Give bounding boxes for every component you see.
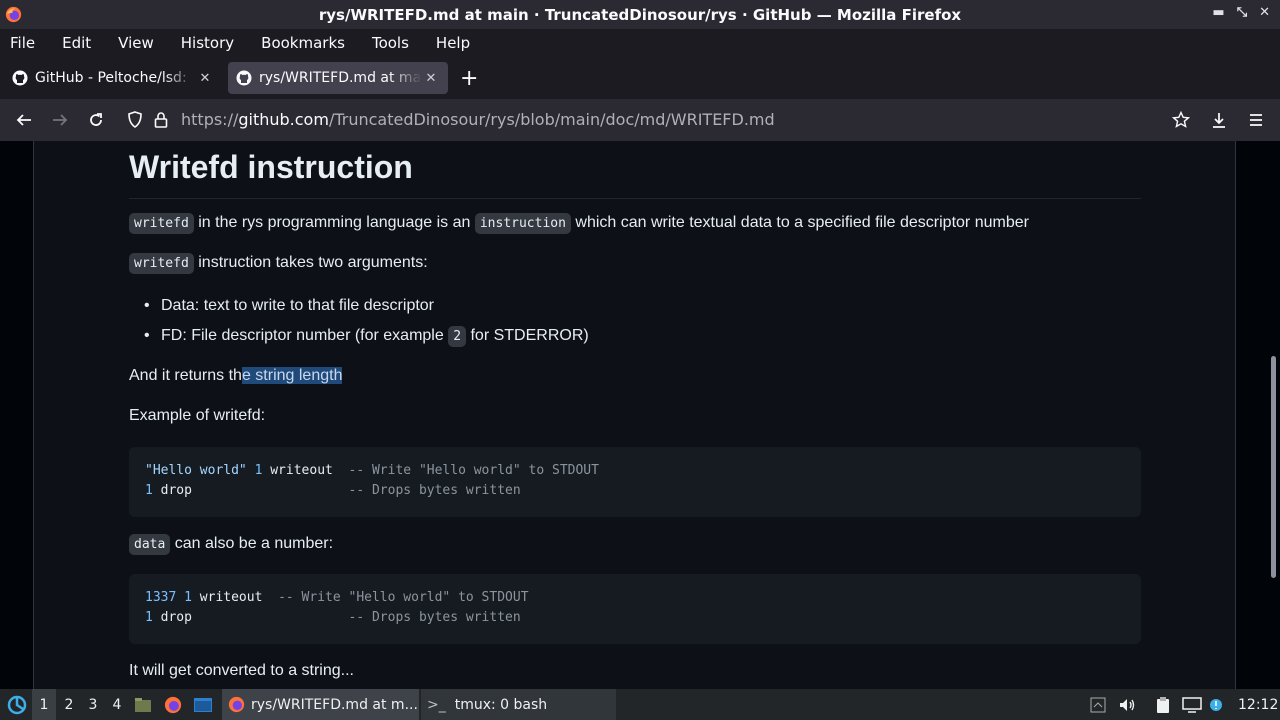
tray-expand-icon[interactable] — [1090, 689, 1110, 720]
terminal-launcher-icon[interactable] — [193, 689, 213, 720]
lock-icon[interactable] — [149, 108, 173, 132]
downloads-icon[interactable] — [1207, 108, 1231, 132]
menu-bookmarks[interactable]: Bookmarks — [261, 34, 345, 52]
menu-tools[interactable]: Tools — [372, 34, 409, 52]
volume-icon[interactable] — [1118, 689, 1138, 720]
reload-icon[interactable] — [84, 108, 108, 132]
window-title: rys/WRITEFD.md at main · TruncatedDinoso… — [318, 5, 962, 24]
inline-code: 2 — [448, 326, 467, 347]
window-titlebar: rys/WRITEFD.md at main · TruncatedDinoso… — [0, 0, 1280, 29]
page-viewport: Writefd instruction writefd in the rys p… — [0, 141, 1280, 689]
code-number: 1 — [184, 590, 192, 605]
start-menu-icon[interactable] — [4, 689, 30, 720]
firefox-icon — [228, 696, 245, 713]
code-text: drop — [152, 610, 349, 625]
new-tab-icon[interactable]: + — [460, 66, 478, 91]
url-path: /TruncatedDinosour/rys/blob/main/doc/md/… — [328, 110, 775, 129]
text: FD: File descriptor number (for example — [161, 327, 449, 344]
list-item: FD: File descriptor number (for example … — [144, 326, 589, 347]
inline-code: data — [129, 534, 171, 555]
readme-container: Writefd instruction writefd in the rys p… — [33, 141, 1236, 689]
code-comment: -- Write "Hello world" to STDOUT — [348, 463, 599, 478]
inline-code: writefd — [129, 253, 194, 274]
url-scheme: https:// — [181, 110, 239, 129]
hamburger-menu-icon[interactable] — [1244, 108, 1268, 132]
menu-help[interactable]: Help — [436, 34, 470, 52]
paragraph-number: data can also be a number: — [129, 534, 334, 555]
workspace-2[interactable]: 2 — [57, 689, 81, 720]
close-icon[interactable]: ✕ — [1259, 5, 1270, 20]
code-comment: -- Drops bytes written — [348, 483, 521, 498]
navigation-bar: https://github.com/TruncatedDinosour/rys… — [0, 99, 1280, 141]
text: can also be a number: — [170, 535, 334, 552]
paragraph-arguments: writefd instruction takes two arguments: — [129, 253, 428, 274]
inline-code: writefd — [129, 213, 194, 234]
task-label: tmux: 0 bash — [454, 696, 548, 713]
forward-icon[interactable] — [48, 108, 72, 132]
code-block: 1337 1 writeout -- Write "Hello world" t… — [129, 574, 1141, 644]
display-icon[interactable] — [1182, 689, 1204, 720]
notification-icon[interactable] — [1209, 689, 1225, 720]
bookmark-star-icon[interactable] — [1169, 108, 1193, 132]
paragraph-intro: writefd in the rys programming language … — [129, 213, 1029, 234]
code-string: "Hello world" — [145, 463, 247, 478]
menu-view[interactable]: View — [118, 34, 154, 52]
code-comment: -- Drops bytes written — [348, 610, 521, 625]
url-bar[interactable]: https://github.com/TruncatedDinosour/rys… — [181, 110, 775, 129]
code-number: 1337 — [145, 590, 177, 605]
github-icon — [12, 70, 28, 86]
clipboard-icon[interactable] — [1155, 689, 1175, 720]
taskbar: 1 2 3 4 rys/WRITEFD.md at m... >_ tmux: … — [0, 689, 1280, 720]
text: in the rys programming language is an — [193, 214, 475, 231]
code-number: 1 — [145, 610, 153, 625]
firefox-icon — [5, 6, 22, 23]
task-firefox[interactable]: rys/WRITEFD.md at m... — [222, 689, 419, 720]
github-icon — [236, 70, 252, 86]
workspace-3[interactable]: 3 — [81, 689, 105, 720]
text: And it returns th — [129, 367, 242, 384]
back-icon[interactable] — [12, 108, 36, 132]
tracking-protection-icon[interactable] — [123, 108, 147, 132]
restore-icon[interactable]: ⤡ — [1237, 5, 1247, 20]
terminal-icon: >_ — [427, 696, 446, 713]
code-text: writeout — [262, 463, 349, 478]
close-tab-icon[interactable]: ✕ — [196, 71, 214, 86]
code-text: writeout — [191, 590, 279, 605]
tab-writefd[interactable]: rys/WRITEFD.md at main ✕ — [228, 62, 448, 94]
task-tmux[interactable]: >_ tmux: 0 bash — [421, 689, 616, 720]
text: which can write textual data to a specif… — [570, 214, 1029, 231]
selected-text: e string length — [241, 367, 343, 384]
menu-edit[interactable]: Edit — [62, 34, 91, 52]
menu-file[interactable]: File — [10, 34, 35, 52]
tab-label: GitHub - Peltoche/lsd: — [35, 70, 187, 86]
code-comment: -- Write "Hello world" to STDOUT — [278, 590, 529, 605]
clock: 12:12 — [1238, 696, 1279, 713]
paragraph-example: Example of writefd: — [129, 407, 266, 424]
text: for STDERROR) — [466, 327, 589, 344]
tab-label: rys/WRITEFD.md at main — [259, 70, 422, 86]
firefox-launcher-icon[interactable] — [164, 689, 184, 720]
code-number: 1 — [145, 483, 153, 498]
text: instruction takes two arguments: — [193, 254, 428, 271]
code-text: drop — [152, 483, 349, 498]
url-host: github.com — [238, 110, 329, 129]
list-item: Data: text to write to that file descrip… — [144, 297, 434, 315]
task-label: rys/WRITEFD.md at m... — [251, 696, 418, 713]
paragraph-returns: And it returns the string length — [129, 367, 343, 385]
inline-code: instruction — [474, 213, 571, 234]
code-block: "Hello world" 1 writeout -- Write "Hello… — [129, 447, 1141, 517]
minimize-icon[interactable]: ▬ — [1212, 5, 1224, 20]
paragraph-conversion: It will get converted to a string... — [129, 662, 354, 679]
file-manager-icon[interactable] — [134, 689, 154, 720]
menu-bar: File Edit View History Bookmarks Tools H… — [0, 29, 1280, 57]
tab-lsd[interactable]: GitHub - Peltoche/lsd: ✕ — [4, 62, 222, 94]
close-tab-icon[interactable]: ✕ — [422, 71, 440, 86]
menu-history[interactable]: History — [181, 34, 234, 52]
workspace-1[interactable]: 1 — [32, 689, 56, 720]
page-heading: Writefd instruction — [129, 149, 1141, 199]
tab-bar: GitHub - Peltoche/lsd: ✕ rys/WRITEFD.md … — [0, 57, 1280, 99]
scrollbar-thumb[interactable] — [1271, 356, 1276, 578]
workspace-4[interactable]: 4 — [105, 689, 129, 720]
